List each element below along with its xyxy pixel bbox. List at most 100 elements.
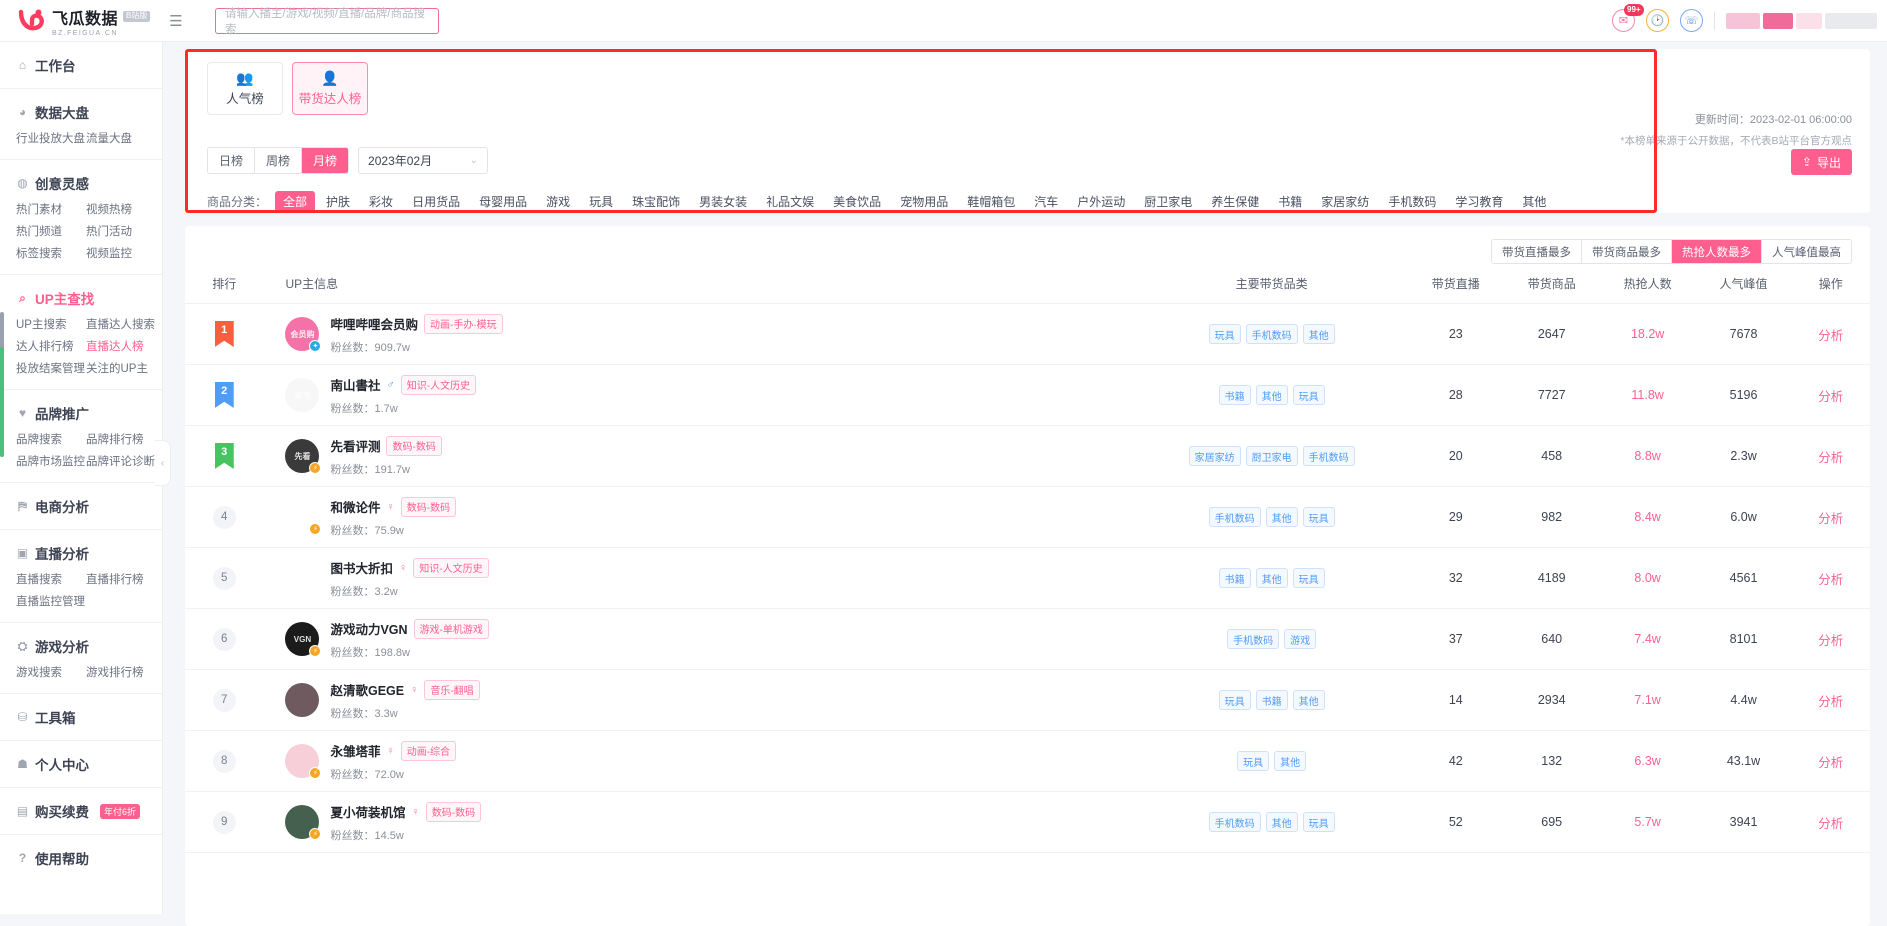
sidebar-item-9[interactable]: ☗ 个人中心 bbox=[0, 750, 162, 778]
category-chip-5[interactable]: 游戏 bbox=[538, 191, 578, 212]
sidebar-subitem-4-2[interactable]: 品牌市场监控 bbox=[16, 451, 86, 473]
category-chip-19[interactable]: 手机数码 bbox=[1380, 191, 1444, 212]
category-chip-10[interactable]: 美食饮品 bbox=[825, 191, 889, 212]
clock-icon[interactable]: 🕑 bbox=[1646, 9, 1669, 32]
avatar[interactable]: 读书 bbox=[285, 561, 320, 595]
sort-option-2[interactable]: 热抢人数最多 bbox=[1672, 240, 1762, 263]
up-name[interactable]: 哔哩哔哩会员购 bbox=[330, 314, 418, 333]
period-tab-0[interactable]: 日榜 bbox=[208, 148, 256, 173]
sidebar-item-4[interactable]: ♥ 品牌推广 bbox=[0, 399, 162, 427]
sidebar-subitem-7-0[interactable]: 游戏搜索 bbox=[16, 662, 86, 684]
sidebar-item-8[interactable]: ⛁ 工具箱 bbox=[0, 703, 162, 731]
col-live-count[interactable]: 带货直播 bbox=[1407, 264, 1504, 304]
up-name[interactable]: 图书大折扣 bbox=[330, 558, 393, 577]
up-name[interactable]: 赵清歌GEGE bbox=[330, 680, 404, 699]
sidebar-subitem-2-3[interactable]: 热门活动 bbox=[86, 221, 156, 243]
logo[interactable]: 飞瓜数据 B站版 BZ.FEIGUA.CN bbox=[0, 5, 163, 37]
sidebar-item-0[interactable]: ⌂ 工作台 bbox=[0, 51, 162, 79]
user-account[interactable] bbox=[1726, 12, 1877, 29]
headset-icon[interactable]: ☏ bbox=[1680, 9, 1703, 32]
period-tab-2[interactable]: 月榜 bbox=[302, 148, 349, 173]
category-chip-9[interactable]: 礼品文娱 bbox=[758, 191, 822, 212]
table-row[interactable]: 9 ⚡ 夏小荷装机馆 ♀ 数码-数码 粉丝数：14.5w 手机数码 其他 玩具 52 695 5.7w… bbox=[185, 791, 1870, 853]
table-row[interactable]: 3 先看 ⚡ 先看评测 数码-数码 粉丝数：191.7w 家居家纺 厨卫家电 手机数码 20 458… bbox=[185, 425, 1870, 487]
avatar[interactable]: ⚡ bbox=[285, 805, 322, 840]
analyze-link[interactable]: 分析 bbox=[1818, 756, 1843, 770]
envelope-icon[interactable]: ✉ 99+ bbox=[1612, 4, 1644, 32]
avatar[interactable] bbox=[285, 683, 320, 717]
sidebar-subitem-1-1[interactable]: 流量大盘 bbox=[86, 128, 156, 150]
sidebar-subitem-3-4[interactable]: 投放结案管理 bbox=[16, 358, 86, 380]
sort-option-3[interactable]: 人气峰值最高 bbox=[1762, 240, 1851, 263]
sidebar-subitem-4-3[interactable]: 品牌评论诊断 bbox=[86, 451, 156, 473]
category-chip-11[interactable]: 宠物用品 bbox=[892, 191, 956, 212]
sidebar-subitem-2-4[interactable]: 标签搜索 bbox=[16, 243, 86, 265]
search-input[interactable]: 请输入播主/游戏/视频/直播/品牌/商品搜索 bbox=[215, 7, 439, 36]
table-row[interactable]: 2 读书 南山書社 ♂ 知识-人文历史 粉丝数：1.7w 书籍 其他 玩具 28 7727 11.8w… bbox=[185, 364, 1870, 426]
sidebar-subitem-2-1[interactable]: 视频热榜 bbox=[86, 199, 156, 221]
sort-option-0[interactable]: 带货直播最多 bbox=[1492, 240, 1582, 263]
up-name[interactable]: 南山書社 bbox=[330, 375, 380, 394]
table-row[interactable]: 7 赵清歌GEGE ♀ 音乐-翻唱 粉丝数：3.3w 玩具 书籍 其他 14 2934 7.1w 4.… bbox=[185, 669, 1870, 731]
table-row[interactable]: 5 读书 图书大折扣 ♀ 知识-人文历史 粉丝数：3.2w 书籍 其他 玩具 32 4189 8.0w… bbox=[185, 547, 1870, 609]
category-chip-18[interactable]: 家居家纺 bbox=[1313, 191, 1377, 212]
analyze-link[interactable]: 分析 bbox=[1818, 634, 1843, 648]
analyze-link[interactable]: 分析 bbox=[1818, 329, 1843, 343]
category-chip-21[interactable]: 其他 bbox=[1514, 191, 1554, 212]
category-chip-14[interactable]: 户外运动 bbox=[1069, 191, 1133, 212]
sidebar-collapse-button[interactable]: ‹ bbox=[155, 440, 171, 486]
sort-option-1[interactable]: 带货商品最多 bbox=[1582, 240, 1672, 263]
sidebar-subitem-2-0[interactable]: 热门素材 bbox=[16, 199, 86, 221]
rank-tab-1[interactable]: 👤 带货达人榜 bbox=[292, 62, 368, 115]
sidebar-subitem-4-0[interactable]: 品牌搜索 bbox=[16, 429, 86, 451]
avatar[interactable]: 会员购 ✦ bbox=[285, 317, 322, 352]
sidebar-item-10[interactable]: ▤ 购买续费 年付6折 bbox=[0, 797, 162, 825]
sidebar-subitem-6-0[interactable]: 直播搜索 bbox=[16, 569, 86, 591]
category-chip-0[interactable]: 全部 bbox=[275, 191, 316, 212]
avatar[interactable]: ⚡ bbox=[285, 744, 322, 779]
sidebar-subitem-2-5[interactable]: 视频监控 bbox=[86, 243, 156, 265]
avatar[interactable]: 读书 bbox=[285, 378, 320, 412]
sidebar-subitem-4-1[interactable]: 品牌排行榜 bbox=[86, 429, 156, 451]
hamburger-icon[interactable]: ☰ bbox=[163, 12, 189, 30]
avatar[interactable]: VGN ⚡ bbox=[285, 622, 322, 657]
up-name[interactable]: 永雏塔菲 bbox=[330, 741, 380, 760]
month-select[interactable]: 2023年02月 ⌄ bbox=[358, 147, 489, 174]
sidebar-item-3[interactable]: ⌕ UP主查找 bbox=[0, 284, 162, 312]
sidebar-subitem-3-1[interactable]: 直播达人搜索 bbox=[86, 314, 156, 336]
up-name[interactable]: 和微论件 bbox=[330, 497, 380, 516]
sidebar-subitem-2-2[interactable]: 热门频道 bbox=[16, 221, 86, 243]
sidebar-item-6[interactable]: ▣ 直播分析 bbox=[0, 539, 162, 567]
scrollbar-thumb[interactable] bbox=[0, 347, 4, 457]
category-chip-3[interactable]: 日用货品 bbox=[404, 191, 468, 212]
sidebar-subitem-3-3[interactable]: 直播达人榜 bbox=[86, 336, 156, 358]
category-chip-15[interactable]: 厨卫家电 bbox=[1136, 191, 1200, 212]
category-chip-8[interactable]: 男装女装 bbox=[691, 191, 755, 212]
category-chip-6[interactable]: 玩具 bbox=[581, 191, 621, 212]
category-chip-2[interactable]: 彩妆 bbox=[361, 191, 401, 212]
sidebar-subitem-3-0[interactable]: UP主搜索 bbox=[16, 314, 86, 336]
table-row[interactable]: 6 VGN ⚡ 游戏动力VGN 游戏-单机游戏 粉丝数：198.8w 手机数码 游戏 37 640… bbox=[185, 608, 1870, 670]
sidebar-subitem-7-1[interactable]: 游戏排行榜 bbox=[86, 662, 156, 684]
category-chip-7[interactable]: 珠宝配饰 bbox=[624, 191, 688, 212]
rank-tab-0[interactable]: 👥 人气榜 bbox=[207, 62, 283, 115]
avatar[interactable]: W ⚡ bbox=[285, 500, 322, 535]
analyze-link[interactable]: 分析 bbox=[1818, 512, 1843, 526]
col-peak-popularity[interactable]: 人气峰值 bbox=[1695, 264, 1792, 304]
col-buyers[interactable]: 热抢人数 bbox=[1599, 264, 1696, 304]
export-button[interactable]: ⇪ 导出 bbox=[1790, 149, 1852, 175]
category-chip-16[interactable]: 养生保健 bbox=[1203, 191, 1267, 212]
sidebar-subitem-6-2[interactable]: 直播监控管理 bbox=[16, 591, 86, 613]
analyze-link[interactable]: 分析 bbox=[1818, 451, 1843, 465]
sidebar-subitem-3-2[interactable]: 达人排行榜 bbox=[16, 336, 86, 358]
analyze-link[interactable]: 分析 bbox=[1818, 817, 1843, 831]
up-name[interactable]: 夏小荷装机馆 bbox=[330, 802, 405, 821]
analyze-link[interactable]: 分析 bbox=[1818, 695, 1843, 709]
up-name[interactable]: 先看评测 bbox=[330, 436, 380, 455]
category-chip-13[interactable]: 汽车 bbox=[1026, 191, 1066, 212]
table-row[interactable]: 1 会员购 ✦ 哔哩哔哩会员购 动画-手办·模玩 粉丝数：909.7w 玩具 手机数码 其他 23… bbox=[185, 303, 1870, 365]
category-chip-12[interactable]: 鞋帽箱包 bbox=[959, 191, 1023, 212]
category-chip-4[interactable]: 母婴用品 bbox=[471, 191, 535, 212]
sidebar-item-2[interactable]: ◍ 创意灵感 bbox=[0, 169, 162, 197]
sidebar-item-11[interactable]: ? 使用帮助 bbox=[0, 844, 162, 872]
